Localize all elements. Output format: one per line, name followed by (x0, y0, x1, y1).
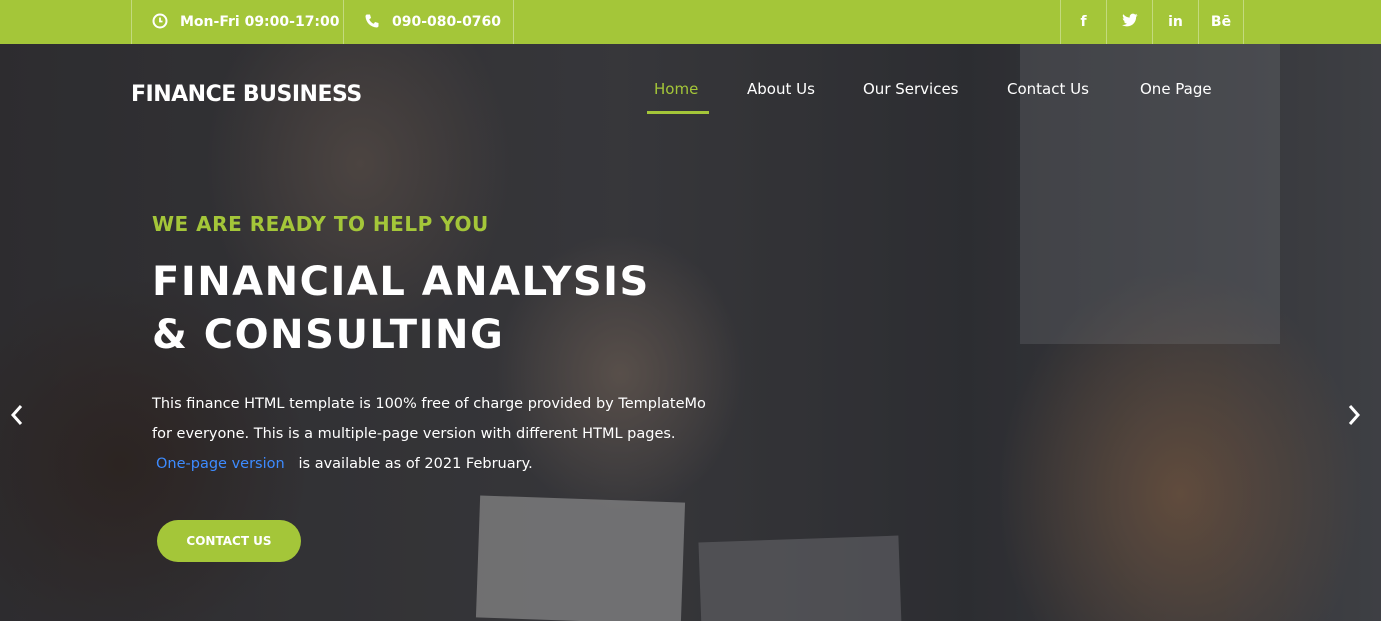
business-hours: Mon-Fri 09:00-17:00 (131, 0, 344, 44)
carousel-prev-button[interactable] (5, 402, 29, 432)
nav-contact-us[interactable]: Contact Us (1007, 80, 1089, 104)
phone-number-text: 090-080-0760 (392, 14, 502, 30)
nav-about-us[interactable]: About Us (747, 80, 815, 104)
twitter-icon (1121, 13, 1138, 31)
behance-icon: Bē (1210, 14, 1232, 30)
nav-home[interactable]: Home (654, 80, 698, 104)
business-hours-text: Mon-Fri 09:00-17:00 (180, 14, 340, 30)
contact-us-button[interactable]: CONTACT US (157, 520, 301, 562)
linkedin-link[interactable]: in (1152, 0, 1198, 44)
hero-headline-line2: & CONSULTING (152, 312, 505, 358)
hero-body-line2: for everyone. This is a multiple-page ve… (152, 426, 676, 442)
hero-body-line1: This finance HTML template is 100% free … (152, 396, 706, 412)
hero-body-line3: One-page version is available as of 2021… (156, 456, 533, 472)
hero-headline-line1: FINANCIAL ANALYSIS (152, 259, 650, 305)
facebook-icon: f (1080, 14, 1087, 30)
phone-icon (364, 13, 382, 31)
hero-body-line3-text: is available as of 2021 February. (298, 456, 533, 472)
hero-slider: FINANCE BUSINESS Home About Us Our Servi… (0, 44, 1381, 621)
chevron-left-icon (9, 404, 25, 430)
chevron-right-icon (1346, 404, 1362, 430)
clock-icon (152, 13, 170, 31)
carousel-next-button[interactable] (1342, 402, 1366, 432)
hero-eyebrow: WE ARE READY TO HELP YOU (152, 212, 489, 236)
linkedin-icon: in (1168, 14, 1183, 30)
twitter-link[interactable] (1106, 0, 1152, 44)
site-logo[interactable]: FINANCE BUSINESS (131, 82, 362, 107)
hero-headline: FINANCIAL ANALYSIS & CONSULTING (152, 256, 772, 362)
top-bar: Mon-Fri 09:00-17:00 090-080-0760 f in Bē (0, 0, 1381, 44)
phone-number[interactable]: 090-080-0760 (343, 0, 514, 44)
facebook-link[interactable]: f (1060, 0, 1106, 44)
one-page-version-link[interactable]: One-page version (156, 456, 285, 472)
nav-active-indicator (647, 111, 709, 114)
nav-our-services[interactable]: Our Services (863, 80, 959, 104)
nav-one-page[interactable]: One Page (1140, 80, 1212, 104)
behance-link[interactable]: Bē (1198, 0, 1244, 44)
